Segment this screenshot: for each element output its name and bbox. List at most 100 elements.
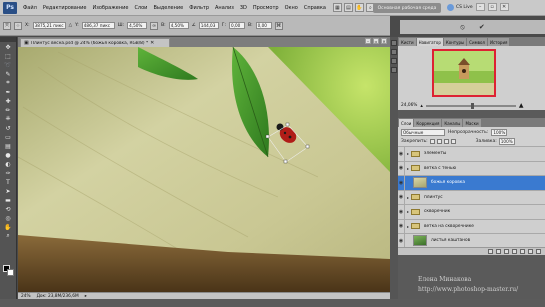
visibility-eye-icon[interactable]: ◉ [398,219,405,234]
tab-brushes[interactable]: Кисти [399,38,416,46]
status-arrow-icon[interactable]: ▸ [85,294,87,299]
move-tool-icon[interactable]: ✥ [3,43,13,51]
close-button[interactable]: ✕ [499,3,509,11]
trash-icon[interactable] [536,249,541,254]
layer-row[interactable]: ◉ ▸ плинтус [398,189,545,205]
visibility-eye-icon[interactable]: ◉ [398,175,405,190]
menu-file[interactable]: Файл [20,5,40,11]
commit-transform-icon[interactable]: ✔ [479,23,485,31]
menu-select[interactable]: Выделение [150,5,186,11]
layer-row-selected[interactable]: ◉ божья коровка [398,175,545,190]
panel-icon-1[interactable] [391,40,397,46]
eraser-tool-icon[interactable]: ▭ [3,133,13,141]
close-document-icon[interactable]: ✕ [150,40,154,46]
layer-style-icon[interactable] [496,249,501,254]
menu-3d[interactable]: 3D [237,5,250,11]
visibility-eye-icon[interactable]: ◉ [398,190,405,205]
layer-row[interactable]: ◉ ▸ ветка на скворечнике [398,218,545,234]
tab-history[interactable]: История [487,38,510,46]
tab-layers[interactable]: Слои [399,119,414,127]
bridge-icon[interactable]: ▦ [332,3,342,12]
navigator-zoom-value[interactable]: 24,06% [401,103,417,108]
3d-rotate-tool-icon[interactable]: ⟲ [3,205,13,213]
menu-analysis[interactable]: Анализ [212,5,237,11]
panel-icon-2[interactable] [391,49,397,55]
fill-field[interactable]: 100% [498,138,515,145]
menu-edit[interactable]: Редактирование [40,5,90,11]
tab-channels[interactable]: Каналы [442,119,463,127]
eyedropper-tool-icon[interactable]: ✒ [3,88,13,96]
pen-tool-icon[interactable]: ✑ [3,169,13,177]
canvas[interactable] [18,47,390,292]
menu-image[interactable]: Изображение [89,5,131,11]
lasso-tool-icon[interactable]: ➰ [3,61,13,69]
zoom-tool-icon[interactable]: ⌕ [3,232,13,240]
workspace-button[interactable]: Основная рабочая среда [373,3,441,13]
layer-row[interactable]: ◉ ▸ элементы [398,146,545,161]
h-skew-field[interactable]: 0,00 [229,22,245,29]
marquee-tool-icon[interactable]: ⬚ [3,52,13,60]
brush-tool-icon[interactable]: ✏ [3,106,13,114]
layer-row[interactable]: ◉ ▸ ветка с тенью [398,160,545,176]
new-group-icon[interactable] [520,249,525,254]
doc-minimize-button[interactable]: – [365,38,371,44]
minimize-button[interactable]: – [475,3,485,11]
blend-mode-select[interactable]: Обычные [401,128,445,136]
navigator-thumbnail[interactable] [432,49,496,97]
quick-select-tool-icon[interactable]: ✎ [3,70,13,78]
angle-field[interactable]: 144,03 [198,22,219,29]
doc-close-button[interactable]: ✕ [381,38,387,44]
zoom-slider-knob[interactable] [470,102,474,109]
blur-tool-icon[interactable]: ● [3,151,13,159]
path-select-tool-icon[interactable]: ➤ [3,187,13,195]
menu-help[interactable]: Справка [301,5,329,11]
panel-icon-4[interactable] [391,67,397,73]
menu-view[interactable]: Просмотр [250,5,282,11]
tools-grip[interactable] [0,37,16,42]
status-zoom[interactable]: 24% [21,294,31,299]
lock-position-icon[interactable] [443,139,449,144]
visibility-eye-icon[interactable]: ◉ [398,233,405,248]
lock-transparency-icon[interactable] [429,139,435,144]
width-field[interactable]: 4,50% [127,22,148,29]
zoom-in-icon[interactable]: ▲ [519,102,524,109]
shape-tool-icon[interactable]: ▬ [3,196,13,204]
tab-masks[interactable]: Маски [463,119,481,127]
tab-adjustments[interactable]: Коррекция [414,119,442,127]
mini-bridge-icon[interactable]: ▤ [343,3,353,12]
healing-tool-icon[interactable]: ✚ [3,97,13,105]
visibility-eye-icon[interactable]: ◉ [398,204,405,219]
y-field[interactable]: 486,37 пикс [81,22,115,29]
transform-tool-icon[interactable]: ⤧ [3,21,11,30]
cslive-menu[interactable]: CS Live [447,3,473,11]
document-tab[interactable]: ▣ Плинтус весна.psd @ 24% (божья коровка… [20,38,170,47]
adjustment-layer-icon[interactable] [512,249,517,254]
lock-pixels-icon[interactable] [436,139,442,144]
link-layers-icon[interactable] [488,249,493,254]
panel-icon-3[interactable] [391,58,397,64]
layer-row[interactable]: ◉ ▸ скворечник [398,204,545,219]
x-field[interactable]: 3875,21 пикс [32,22,66,29]
navigator-zoom-slider[interactable] [425,102,516,109]
doc-maximize-button[interactable]: ▫ [373,38,379,44]
add-mask-icon[interactable] [504,249,509,254]
tab-paths[interactable]: Контуры [443,38,467,46]
hand-icon[interactable]: ✋ [354,3,364,12]
layer-row[interactable]: ◉ листья каштанов [398,233,545,248]
clone-stamp-tool-icon[interactable]: ⎈ [3,115,13,123]
v-skew-field[interactable]: 0,00 [255,22,272,29]
new-layer-icon[interactable] [528,249,533,254]
dodge-tool-icon[interactable]: ◐ [3,160,13,168]
lock-all-icon[interactable] [450,139,456,144]
warp-icon[interactable]: ⌘ [274,21,283,30]
visibility-eye-icon[interactable]: ◉ [398,146,405,161]
crop-tool-icon[interactable]: ⌗ [3,79,13,87]
zoom-out-icon[interactable]: ▴ [420,103,423,109]
history-brush-tool-icon[interactable]: ↺ [3,124,13,132]
menu-filter[interactable]: Фильтр [186,5,212,11]
height-field[interactable]: 4,50% [168,22,189,29]
link-icon[interactable]: ∞ [150,21,159,30]
background-color-swatch[interactable] [7,269,14,276]
menu-layers[interactable]: Слои [131,5,150,11]
visibility-eye-icon[interactable]: ◉ [398,161,405,176]
